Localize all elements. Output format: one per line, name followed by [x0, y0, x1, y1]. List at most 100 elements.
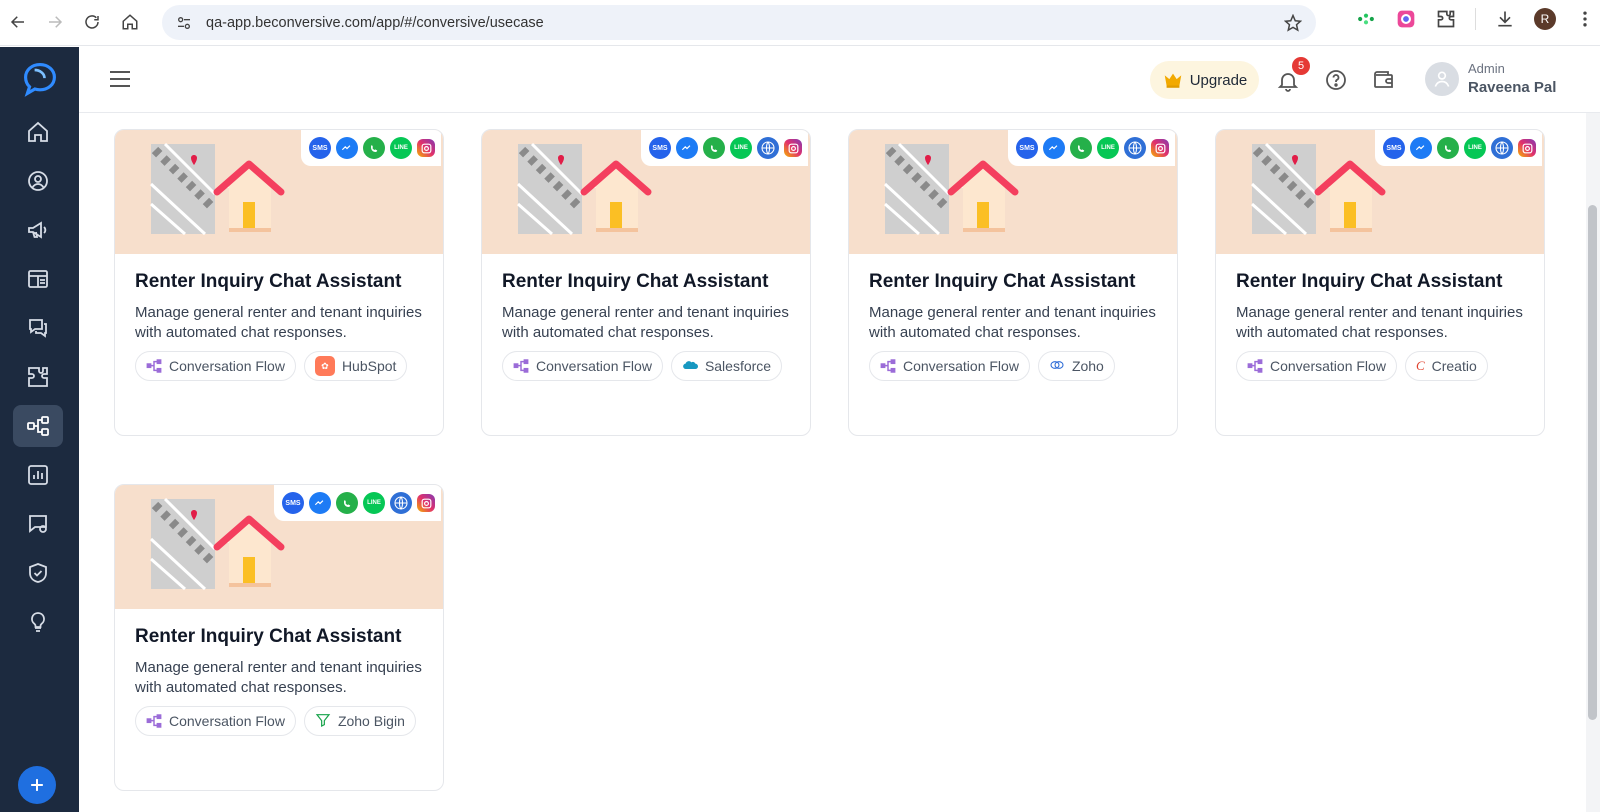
card-title: Renter Inquiry Chat Assistant	[135, 271, 402, 292]
card-tags: Conversation Flow ✿ HubSpot	[135, 351, 408, 381]
forward-button[interactable]	[37, 4, 73, 40]
download-icon[interactable]	[1494, 8, 1516, 30]
conversation-flow-tag: Conversation Flow	[135, 351, 296, 381]
crm-tag: ✿ HubSpot	[303, 351, 408, 381]
conversation-flow-tag: Conversation Flow	[502, 351, 663, 381]
reload-button[interactable]	[74, 4, 110, 40]
instagram-channel-icon	[784, 139, 802, 157]
card-description: Manage general renter and tenant inquiri…	[869, 304, 1156, 341]
house-map-illustration	[883, 142, 1019, 236]
crown-icon	[1164, 73, 1181, 88]
sms-channel-icon: SMS	[282, 492, 304, 514]
sidebar-item-conversations[interactable]	[13, 307, 63, 349]
app-logo-icon[interactable]	[22, 61, 58, 97]
back-button[interactable]	[0, 4, 36, 40]
toolbar-divider	[1475, 8, 1476, 30]
line-channel-icon: LINE	[1464, 137, 1486, 159]
card-description: Manage general renter and tenant inquiri…	[1236, 304, 1523, 341]
crm-tag-label: Salesforce	[704, 358, 772, 374]
flow-icon	[880, 359, 896, 373]
zoho-rings-icon	[1049, 357, 1065, 376]
more-options-icon[interactable]	[1574, 8, 1596, 30]
card-banner: SMS LINE	[849, 130, 1177, 254]
card-tags: Conversation Flow Zoho Bigin	[135, 706, 416, 736]
card-banner: SMS LINE	[115, 130, 443, 254]
card-title: Renter Inquiry Chat Assistant	[135, 626, 402, 647]
card-description: Manage general renter and tenant inquiri…	[135, 304, 422, 341]
card-banner: SMS LINE	[115, 485, 443, 609]
use-case-card[interactable]: SMS LINE Renter Inquiry Chat Assistant Ma…	[114, 129, 444, 436]
sidebar-item-templates[interactable]	[13, 258, 63, 300]
card-description: Manage general renter and tenant inquiri…	[502, 304, 789, 341]
extensions-puzzle-icon[interactable]	[1435, 8, 1457, 30]
flow-tag-label: Conversation Flow	[169, 358, 285, 374]
browser-toolbar: qa-app.beconversive.com/app/#/conversive…	[0, 0, 1600, 46]
plus-icon	[31, 779, 43, 791]
sidebar-item-security[interactable]	[13, 552, 63, 594]
notification-count-badge: 5	[1292, 57, 1310, 75]
bar-chart-icon	[28, 465, 48, 485]
whatsapp-channel-icon	[363, 137, 385, 159]
sidebar-item-contacts[interactable]	[13, 160, 63, 202]
color-picker-extension-icon[interactable]	[1395, 8, 1417, 30]
card-title: Renter Inquiry Chat Assistant	[869, 271, 1136, 292]
flow-icon	[1247, 359, 1263, 373]
user-name[interactable]: Raveena Pal	[1468, 79, 1556, 96]
bookmark-star-icon[interactable]	[1284, 14, 1302, 32]
use-case-card[interactable]: SMS LINE Renter Inquiry Chat Assistant Ma…	[1215, 129, 1545, 436]
upgrade-label: Upgrade	[1189, 71, 1248, 89]
browser-profile-avatar[interactable]: R	[1534, 8, 1556, 30]
upgrade-button[interactable]: Upgrade	[1150, 61, 1259, 99]
add-button[interactable]	[18, 766, 56, 804]
card-title: Renter Inquiry Chat Assistant	[502, 271, 769, 292]
arrow-left-icon	[10, 16, 24, 28]
chat-settings-icon	[29, 515, 47, 533]
url-text[interactable]: qa-app.beconversive.com/app/#/conversive…	[206, 15, 544, 31]
card-tags: Conversation Flow Salesforce	[502, 351, 783, 381]
sidebar-item-use-cases[interactable]	[13, 405, 63, 447]
house-map-illustration	[1250, 142, 1386, 236]
home-icon	[122, 14, 138, 30]
wallet-icon[interactable]	[1372, 68, 1396, 92]
shield-check-icon	[29, 563, 47, 583]
channel-icons: SMS LINE	[641, 130, 808, 166]
use-case-card[interactable]: SMS LINE Renter Inquiry Chat Assistant Ma…	[481, 129, 811, 436]
help-icon[interactable]	[1324, 68, 1348, 92]
crm-tag-label: Zoho Bigin	[337, 713, 405, 729]
sidebar-item-chat-settings[interactable]	[13, 503, 63, 545]
sms-channel-icon: SMS	[649, 137, 671, 159]
site-info-icon[interactable]	[176, 15, 192, 31]
sidebar-item-reports[interactable]	[13, 454, 63, 496]
use-case-card[interactable]: SMS LINE Renter Inquiry Chat Assistant Ma…	[848, 129, 1178, 436]
user-circle-icon	[28, 171, 48, 191]
sidebar-item-integrations[interactable]	[13, 356, 63, 398]
web-globe-channel-icon	[1491, 137, 1513, 159]
user-avatar[interactable]	[1425, 62, 1459, 96]
card-title: Renter Inquiry Chat Assistant	[1236, 271, 1503, 292]
sidebar	[0, 47, 79, 812]
messenger-channel-icon	[309, 492, 331, 514]
use-case-card[interactable]: SMS LINE Renter Inquiry Chat Assistant Ma…	[114, 484, 444, 791]
line-channel-icon: LINE	[1097, 137, 1119, 159]
address-bar[interactable]: qa-app.beconversive.com/app/#/conversive…	[162, 5, 1316, 40]
web-globe-channel-icon	[390, 492, 412, 514]
channel-icons: SMS LINE	[301, 130, 441, 166]
sidebar-item-home[interactable]	[13, 111, 63, 153]
scrollbar-thumb[interactable]	[1588, 205, 1597, 720]
menu-toggle-icon[interactable]	[109, 69, 131, 89]
card-banner: SMS LINE	[482, 130, 810, 254]
crm-tag: Zoho	[1037, 351, 1115, 381]
sidebar-item-campaigns[interactable]	[13, 209, 63, 251]
flow-tag-label: Conversation Flow	[536, 358, 652, 374]
card-tags: Conversation Flow C Creatio	[1236, 351, 1488, 381]
web-globe-channel-icon	[1124, 137, 1146, 159]
whatsapp-channel-icon	[703, 137, 725, 159]
sidebar-item-ideas[interactable]	[13, 601, 63, 643]
home-icon	[28, 121, 48, 142]
conversation-flow-tag: Conversation Flow	[1236, 351, 1397, 381]
messenger-channel-icon	[336, 137, 358, 159]
web-globe-channel-icon	[757, 137, 779, 159]
conversation-flow-tag: Conversation Flow	[135, 706, 296, 736]
home-button[interactable]	[112, 4, 148, 40]
extension-dots-icon[interactable]	[1355, 8, 1377, 30]
